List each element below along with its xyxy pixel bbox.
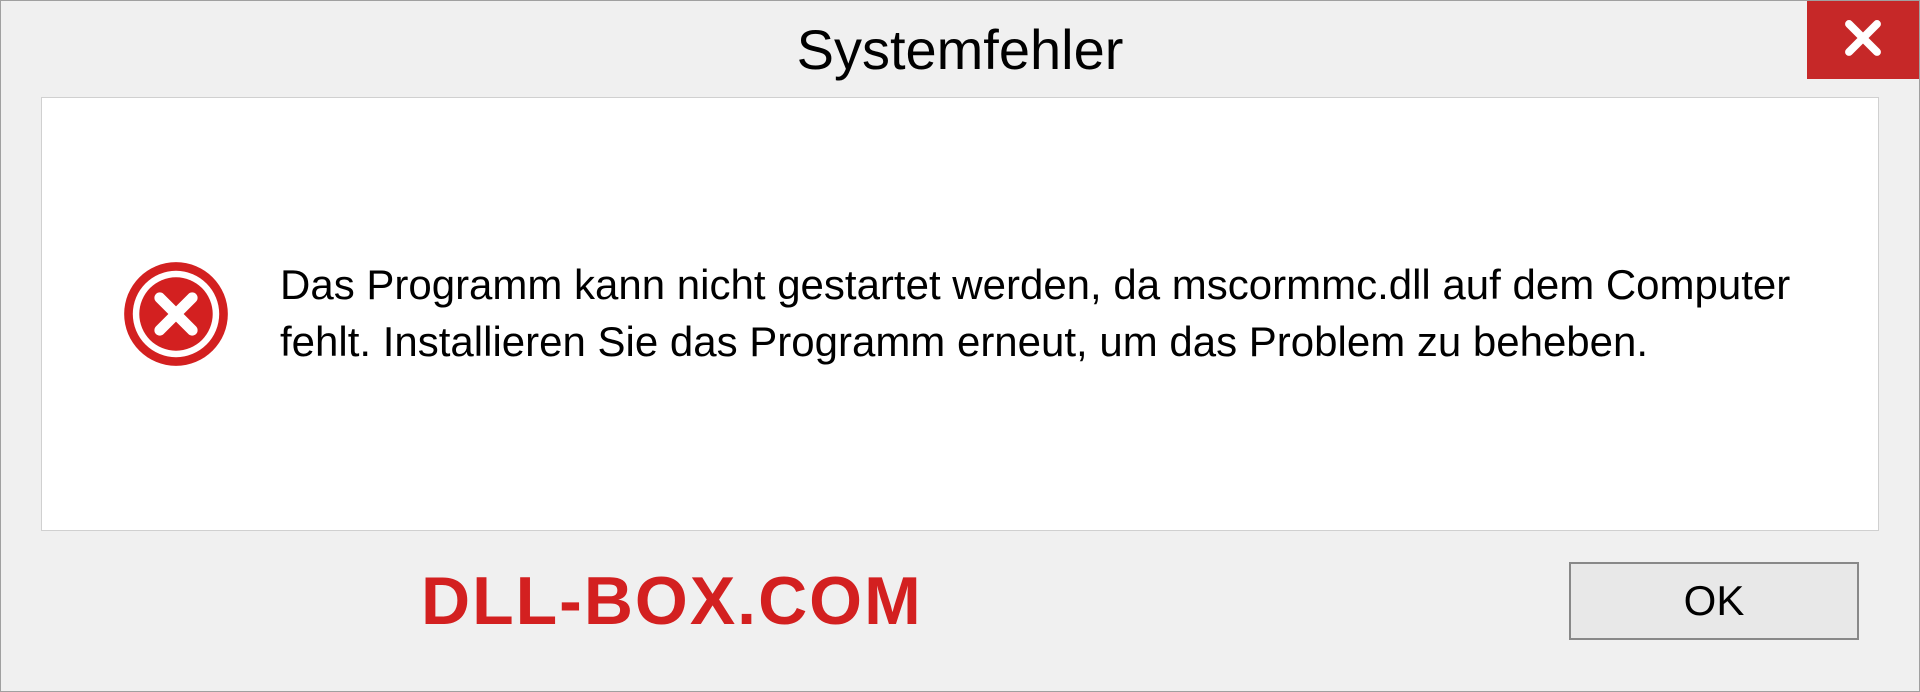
content-panel: Das Programm kann nicht gestartet werden…: [41, 97, 1879, 531]
system-error-dialog: Systemfehler Das Programm kann nicht ges…: [0, 0, 1920, 692]
dialog-title: Systemfehler: [797, 17, 1124, 82]
close-icon: [1842, 17, 1884, 64]
error-icon: [122, 260, 230, 368]
close-button[interactable]: [1807, 1, 1919, 79]
titlebar: Systemfehler: [1, 1, 1919, 97]
dialog-footer: DLL-BOX.COM OK: [1, 551, 1919, 691]
ok-button[interactable]: OK: [1569, 562, 1859, 640]
watermark-text: DLL-BOX.COM: [421, 562, 923, 640]
error-message: Das Programm kann nicht gestartet werden…: [280, 257, 1818, 370]
